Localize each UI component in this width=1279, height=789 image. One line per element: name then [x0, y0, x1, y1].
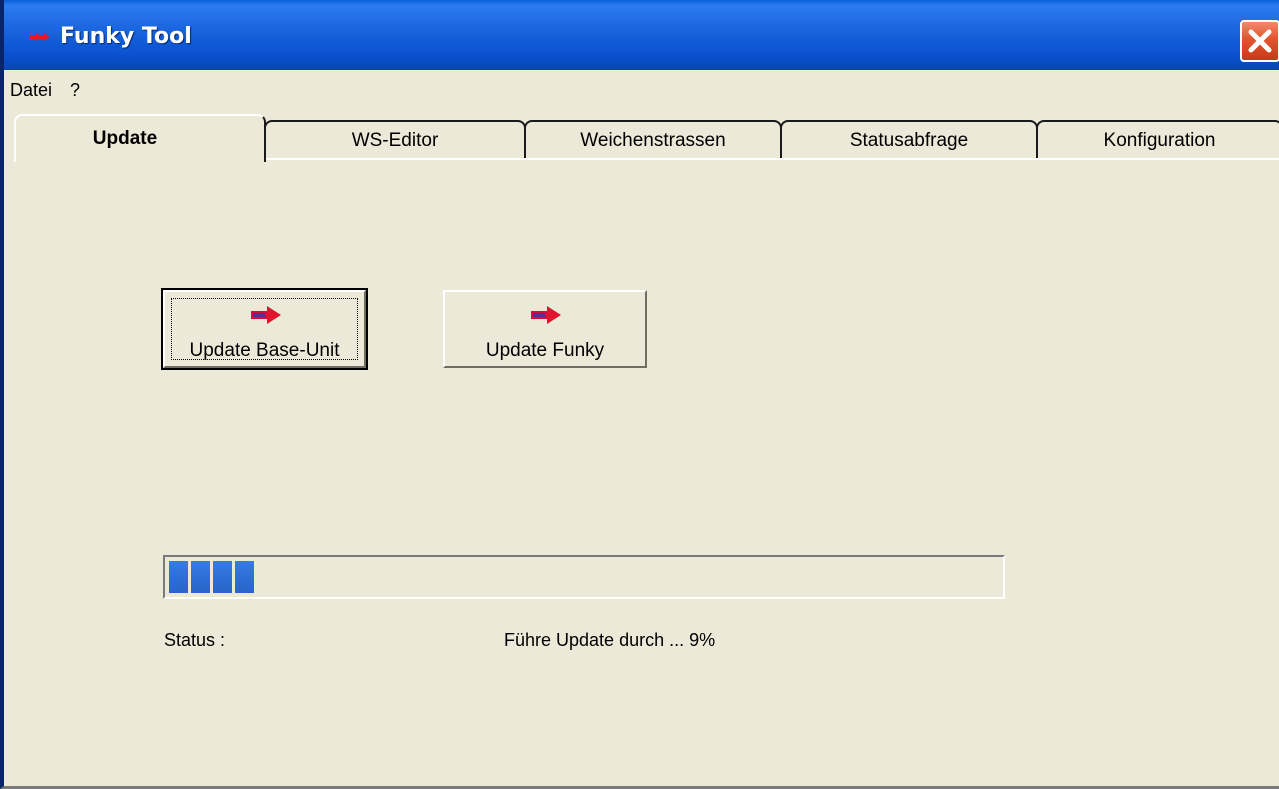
update-funky-button[interactable]: Update Funky: [443, 290, 647, 368]
window-title: Funky Tool: [60, 24, 192, 49]
red-arrow-icon: [30, 33, 50, 41]
title-bar[interactable]: Funky Tool: [4, 0, 1279, 70]
status-value: Führe Update durch ... 9%: [504, 630, 716, 650]
close-button[interactable]: [1240, 20, 1279, 62]
tab-strip: Update WS-Editor Weichenstrassen Statusa…: [14, 114, 1279, 162]
update-base-unit-button[interactable]: Update Base-Unit: [161, 288, 368, 370]
update-progress-bar: [163, 555, 1005, 599]
tab-weichenstrassen[interactable]: Weichenstrassen: [524, 120, 782, 160]
status-label: Status :: [164, 630, 226, 650]
progress-fill: [169, 561, 254, 593]
funky-arrow-icon: [531, 306, 561, 324]
funky-tool-window: Funky Tool Datei ? Update WS-Editor Weic…: [0, 0, 1279, 789]
tab-ws-editor[interactable]: WS-Editor: [264, 120, 526, 160]
menu-datei[interactable]: Datei: [10, 80, 52, 101]
tab-divider: [262, 158, 1279, 160]
progress-block: [191, 561, 210, 593]
tab-update[interactable]: Update: [14, 114, 266, 162]
update-funky-label: Update Funky: [485, 340, 605, 361]
progress-block: [169, 561, 188, 593]
menu-bar: Datei ?: [4, 70, 1279, 110]
tab-update-label: Update: [92, 128, 158, 149]
close-icon: [1248, 29, 1272, 53]
funky-arrow-icon: [251, 306, 281, 324]
tab-ws-editor-label: WS-Editor: [351, 130, 439, 151]
tab-konfiguration-label: Konfiguration: [1103, 130, 1216, 151]
update-base-unit-label: Update Base-Unit: [189, 340, 340, 361]
tab-statusabfrage[interactable]: Statusabfrage: [780, 120, 1038, 160]
tab-statusabfrage-label: Statusabfrage: [849, 130, 969, 151]
progress-block: [213, 561, 232, 593]
tab-weichenstrassen-label: Weichenstrassen: [580, 130, 726, 151]
progress-block: [235, 561, 254, 593]
tab-konfiguration[interactable]: Konfiguration: [1036, 120, 1279, 160]
menu-help[interactable]: ?: [70, 80, 80, 101]
